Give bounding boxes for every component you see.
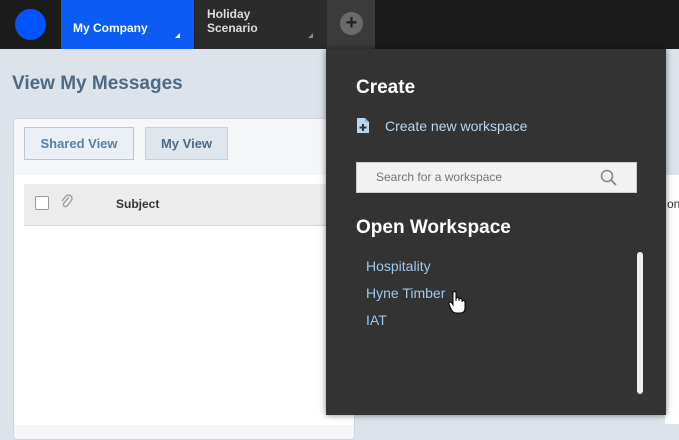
select-all-checkbox[interactable] <box>35 196 49 210</box>
create-heading: Create <box>356 77 416 98</box>
tab-my-company[interactable]: My Company <box>61 0 194 49</box>
add-workspace-tab[interactable]: + <box>327 0 375 49</box>
workspace-item-hyne-timber[interactable]: Hyne Timber <box>366 285 445 301</box>
tab-my-company-label: My Company <box>73 21 148 35</box>
plus-icon: + <box>340 12 363 35</box>
workspace-item-hospitality[interactable]: Hospitality <box>366 258 431 274</box>
attachment-icon <box>60 194 74 210</box>
page-title: View My Messages <box>12 73 183 94</box>
new-document-icon <box>356 117 370 134</box>
create-new-workspace-label: Create new workspace <box>385 117 528 134</box>
hand-pointer-cursor-icon <box>448 291 466 315</box>
dropdown-corner-icon <box>308 33 313 38</box>
workspace-list-scrollbar[interactable] <box>637 252 643 394</box>
my-view-button[interactable]: My View <box>145 127 228 160</box>
workspace-item-iat[interactable]: IAT <box>366 312 387 328</box>
workspace-search-input[interactable] <box>376 170 576 184</box>
create-new-workspace-link[interactable]: Create new workspace <box>356 117 527 134</box>
column-header-subject[interactable]: Subject <box>116 197 159 211</box>
page-edge-table <box>665 175 679 424</box>
dropdown-corner-icon <box>175 33 180 38</box>
open-workspace-heading: Open Workspace <box>356 217 511 238</box>
company-logo-icon <box>15 9 46 40</box>
shared-view-button[interactable]: Shared View <box>24 127 134 160</box>
tab-holiday-label-line1: Holiday <box>207 7 251 21</box>
search-icon[interactable] <box>600 169 618 187</box>
workspace-dropdown: Create Create new workspace Open Workspa… <box>326 49 666 415</box>
tab-holiday-scenario[interactable]: Holiday Scenario <box>195 0 327 49</box>
workspace-search-field[interactable] <box>356 162 637 193</box>
column-header-cut: on <box>667 197 679 211</box>
logo-area[interactable] <box>0 0 60 49</box>
